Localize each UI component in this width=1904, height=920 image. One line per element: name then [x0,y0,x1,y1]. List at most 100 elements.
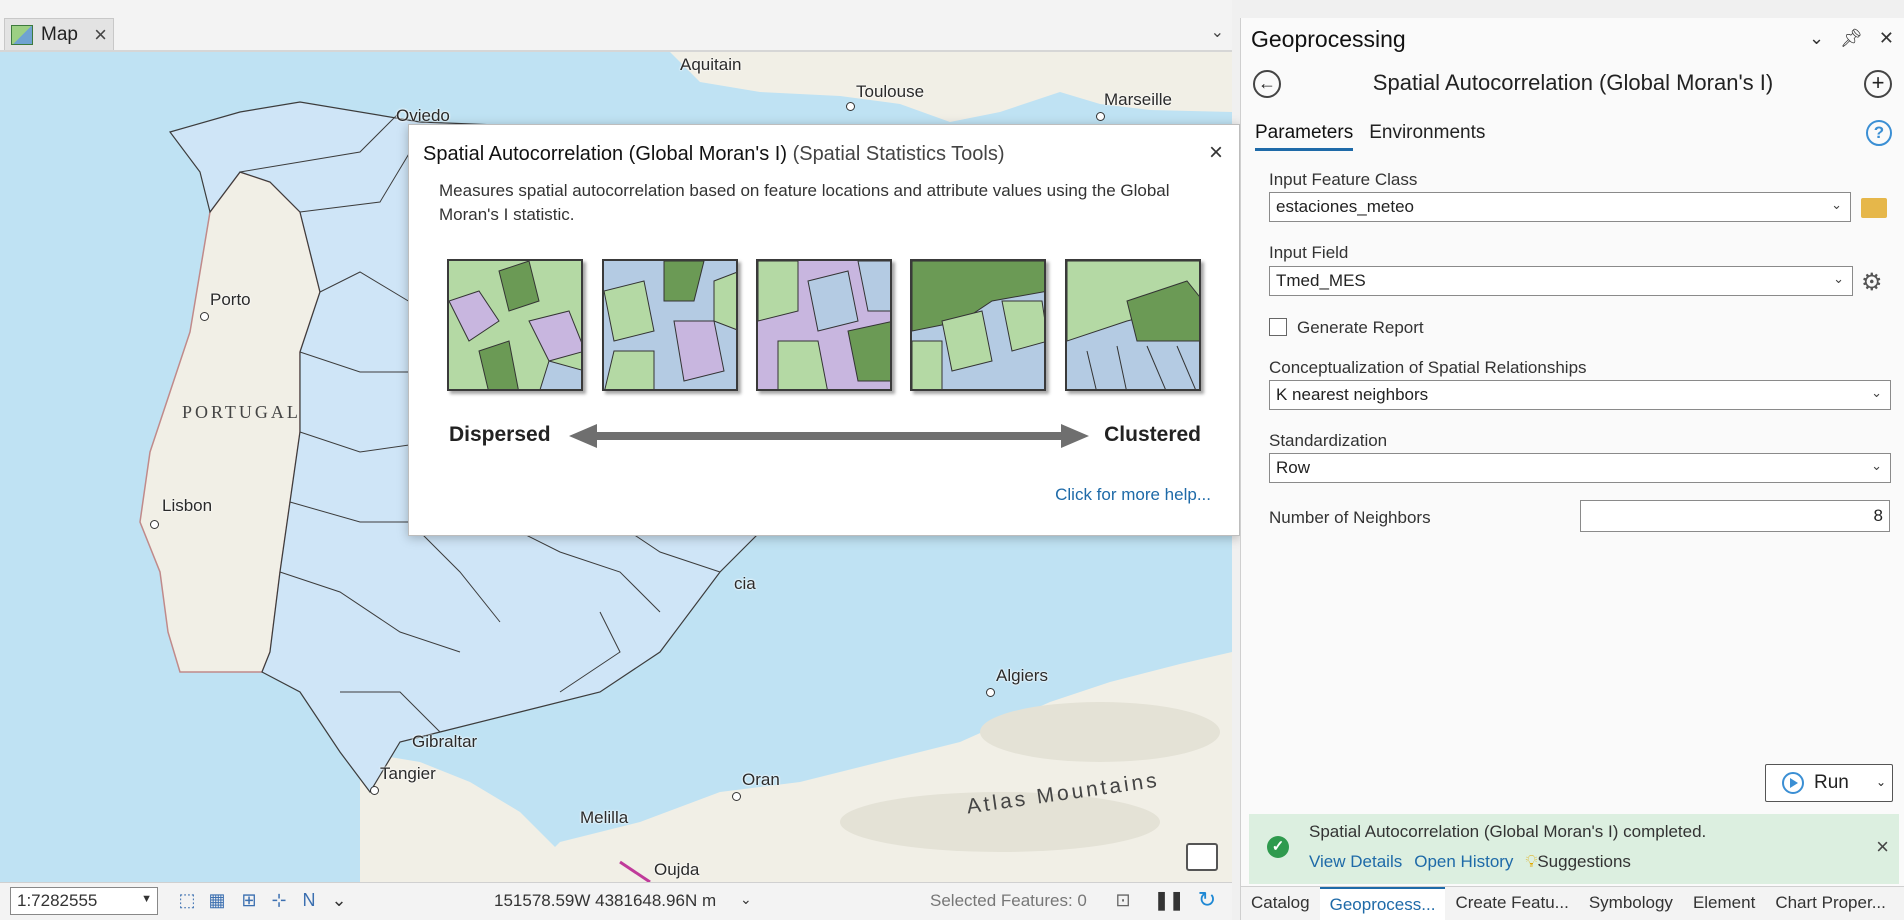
close-icon[interactable]: ✕ [1879,28,1894,49]
input-field-label: Input Field [1269,243,1349,262]
chevron-down-icon[interactable]: ⌄ [740,891,752,908]
conceptualization-select[interactable]: K nearest neighbors ⌄ [1269,380,1891,410]
scale-combobox[interactable]: 1:7282555 ▼ [10,887,158,915]
close-icon[interactable]: × [1209,139,1223,167]
clear-selection-icon[interactable]: ⊡ [1112,889,1134,911]
input-field-value: Tmed_MES [1276,271,1366,290]
gp-tabs: Parameters Environments [1255,122,1485,151]
number-of-neighbors-input[interactable]: 8 [1580,500,1890,532]
chevron-down-icon: ⌄ [1833,271,1844,286]
chevron-down-icon[interactable]: ⌄ [1211,22,1224,42]
pause-icon[interactable]: ❚❚ [1154,889,1184,911]
map-tab-label: Map [41,23,78,45]
pattern-thumbnail [910,259,1046,391]
generate-report-label: Generate Report [1297,318,1424,337]
folder-icon[interactable] [1861,198,1887,218]
city-label-murcia: cia [734,574,756,593]
city-label-oujda: Oujda [654,860,700,879]
snapping-icon[interactable]: ⊞ [238,889,260,911]
city-label-aquitain: Aquitain [680,55,742,74]
city-dot [200,312,209,321]
legend-icon[interactable] [1186,843,1218,871]
city-label-lisbon: Lisbon [162,496,213,515]
help-icon[interactable]: ? [1866,120,1892,146]
tab-geoprocessing[interactable]: Geoprocess... [1319,887,1446,920]
map-tab[interactable]: Map × [4,18,114,50]
city-label-oviedo: Oviedo [396,106,450,125]
close-icon[interactable]: × [1876,834,1889,860]
input-feature-class-label: Input Feature Class [1269,170,1418,189]
map-tabstrip: Map × ⌄ [0,14,1232,52]
refresh-icon[interactable]: ↻ [1196,889,1218,911]
city-label-gibraltar: Gibraltar [412,732,478,751]
region-label-portugal: PORTUGAL [182,402,301,422]
pattern-thumbnail [756,259,892,391]
chevron-down-icon[interactable]: ⌄ [328,889,350,911]
city-dot [846,102,855,111]
chevron-down-icon: ▼ [141,893,152,905]
north-arrow-icon[interactable]: N [298,889,320,911]
constraint-icon[interactable]: ⊹ [268,889,290,911]
city-label-marseille: Marseille [1104,90,1173,109]
open-history-link[interactable]: Open History [1414,852,1513,872]
pattern-thumbnails [447,259,1207,393]
city-label-toulouse: Toulouse [856,82,925,101]
tab-catalog[interactable]: Catalog [1241,887,1320,920]
pane-title: Geoprocessing [1251,26,1406,52]
chevron-down-icon[interactable]: ⌄ [1876,775,1886,789]
popup-description: Measures spatial autocorrelation based o… [439,181,1170,224]
clustered-label: Clustered [1104,423,1201,446]
run-label: Run [1814,772,1849,793]
more-help-link[interactable]: Click for more help... [1055,485,1211,505]
city-label-algiers: Algiers [996,666,1048,685]
chevron-down-icon: ⌄ [1871,458,1882,473]
conceptualization-value: K nearest neighbors [1276,385,1429,404]
city-dot [986,688,995,697]
city-dot [732,792,741,801]
tool-help-popup: Spatial Autocorrelation (Global Moran's … [408,124,1240,536]
standardization-select[interactable]: Row ⌄ [1269,453,1891,483]
input-feature-class-select[interactable]: estaciones_meteo ⌄ [1269,192,1851,222]
tab-parameters[interactable]: Parameters [1255,122,1354,151]
dock-tabs: Catalog Geoprocess... Create Featu... Sy… [1241,886,1904,920]
map-icon [11,24,33,45]
popup-subtitle: (Spatial Statistics Tools) [792,143,1005,165]
geoprocessing-pane: Geoprocessing ⌄ 📌︎ ✕ ← Spatial Autocorre… [1240,18,1904,920]
tool-title: Spatial Autocorrelation (Global Moran's … [1372,70,1774,95]
dispersed-label: Dispersed [449,423,551,446]
city-label-tangier: Tangier [380,764,436,783]
chevron-down-icon[interactable]: ⌄ [1809,28,1824,49]
tab-chart-properties[interactable]: Chart Proper... [1765,887,1896,920]
standardization-label: Standardization [1269,431,1388,450]
pattern-thumbnail [447,259,583,391]
gear-icon[interactable]: ⚙ [1861,268,1883,297]
tab-symbology[interactable]: Symbology [1579,887,1683,920]
city-label-porto: Porto [210,290,251,309]
input-feature-class-value: estaciones_meteo [1276,197,1414,216]
standardization-value: Row [1276,458,1311,477]
fixed-zoom-icon[interactable]: ⬚ [176,889,198,911]
pattern-thumbnail [602,259,738,391]
chevron-down-icon: ⌄ [1871,385,1882,400]
tab-element[interactable]: Element [1683,887,1765,920]
suggestions-link[interactable]: 💡︎Suggestions [1525,852,1630,872]
completion-message-bar: ✓ Spatial Autocorrelation (Global Moran'… [1249,814,1899,884]
conceptualization-label: Conceptualization of Spatial Relationshi… [1269,358,1587,377]
close-icon[interactable]: × [94,22,107,48]
city-label-melilla: Melilla [580,808,629,827]
add-icon[interactable]: + [1864,70,1892,98]
dispersed-clustered-arrow [569,424,1089,448]
coordinate-readout: 151578.59W 4381648.96N m [494,891,717,910]
run-button[interactable]: Run ⌄ [1765,764,1893,802]
pin-icon[interactable]: 📌︎ [1840,28,1863,49]
map-pane: Map × ⌄ Aquitain Toulouse Marseille Ovie… [0,0,1240,920]
view-details-link[interactable]: View Details [1309,852,1402,872]
selected-features-count[interactable]: Selected Features: 0 [930,891,1087,911]
generate-report-checkbox[interactable] [1269,318,1287,336]
grid-icon[interactable]: ▦ [206,889,228,911]
tab-create-features[interactable]: Create Featu... [1445,887,1578,920]
tab-environments[interactable]: Environments [1369,122,1485,151]
input-field-select[interactable]: Tmed_MES ⌄ [1269,266,1853,296]
pane-window-controls: ⌄ 📌︎ ✕ [1809,28,1894,49]
popup-title: Spatial Autocorrelation (Global Moran's … [423,143,1005,166]
